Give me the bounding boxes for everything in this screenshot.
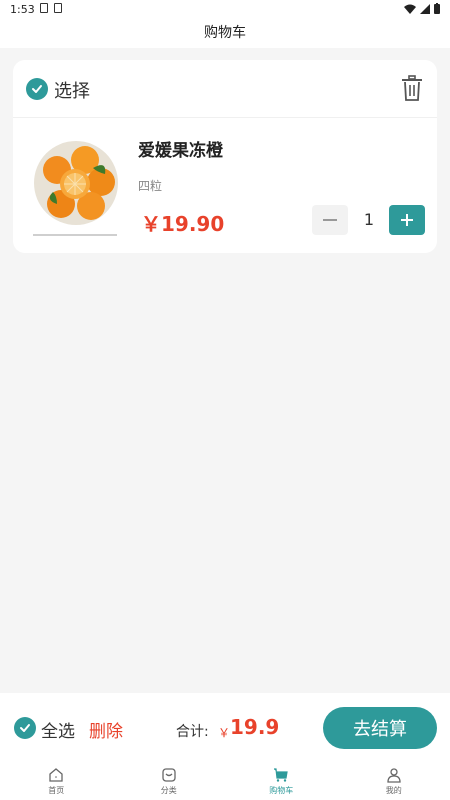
product-name[interactable]: 爱媛果冻橙: [138, 136, 223, 161]
tab-label: 分类: [160, 786, 177, 795]
tab-label: 我的: [385, 786, 402, 795]
checkout-bar: 全选 删除 合计: ￥ 19.9 去结算: [0, 693, 450, 759]
card-header: 选择: [13, 60, 437, 118]
select-all-label[interactable]: 全选: [41, 717, 75, 742]
cart-item-card: 选择 爱媛果冻橙 四粒 ￥19.90 1: [13, 60, 437, 253]
check-icon: [20, 724, 30, 732]
signal-icon: [420, 3, 430, 14]
tab-home[interactable]: 首页: [0, 759, 113, 800]
product-image[interactable]: [33, 140, 119, 226]
tab-profile[interactable]: 我的: [338, 759, 450, 800]
minus-icon: [323, 219, 337, 221]
total-label: 合计:: [176, 724, 209, 740]
category-icon: [162, 768, 176, 782]
home-icon: [49, 768, 63, 782]
total-currency: ￥: [218, 726, 231, 740]
select-checkbox[interactable]: [26, 78, 48, 100]
image-notification-icon: [54, 3, 62, 13]
cart-icon: [274, 768, 288, 782]
increase-quantity-button[interactable]: [389, 205, 425, 235]
image-shadow: [33, 234, 117, 236]
product-spec: 四粒: [138, 179, 163, 193]
battery-icon: [434, 3, 440, 14]
status-time: 1:53: [10, 3, 35, 16]
check-icon: [32, 85, 42, 93]
user-icon: [387, 768, 401, 783]
wifi-icon: [404, 4, 416, 14]
notification-icon: [40, 3, 48, 13]
select-label: 选择: [54, 81, 90, 102]
tab-label: 首页: [48, 786, 65, 795]
tab-label: 购物车: [269, 786, 294, 795]
status-bar: 1:53: [0, 0, 450, 18]
delete-button[interactable]: 删除: [89, 717, 123, 742]
decrease-quantity-button[interactable]: [312, 205, 348, 235]
trash-icon[interactable]: [401, 75, 423, 101]
product-price: ￥19.90: [141, 212, 225, 236]
bottom-tabbar: 首页 分类 购物车 我的: [0, 759, 450, 800]
page-title: 购物车: [204, 25, 246, 41]
checkout-button[interactable]: 去结算: [323, 707, 437, 749]
quantity-value: 1: [363, 210, 375, 229]
plus-icon: [401, 214, 413, 226]
total-value: 19.9: [230, 715, 280, 739]
tab-category[interactable]: 分类: [113, 759, 226, 800]
tab-cart[interactable]: 购物车: [225, 759, 338, 800]
app-header: 购物车: [0, 18, 450, 48]
select-all-checkbox[interactable]: [14, 717, 36, 739]
